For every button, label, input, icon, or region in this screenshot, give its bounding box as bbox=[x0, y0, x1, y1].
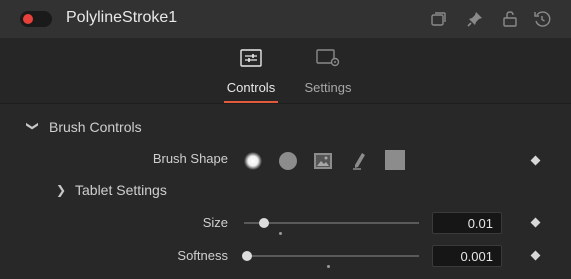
tab-controls[interactable]: Controls bbox=[216, 38, 286, 104]
softness-value-input[interactable]: 0.001 bbox=[432, 245, 502, 267]
size-value-input[interactable]: 0.01 bbox=[432, 212, 502, 234]
tool-title: PolylineStroke1 bbox=[66, 9, 178, 26]
hard-round-brush-icon[interactable] bbox=[278, 151, 298, 171]
settings-icon bbox=[316, 49, 340, 67]
pencil-brush-icon[interactable] bbox=[349, 151, 369, 171]
pin-icon[interactable] bbox=[465, 9, 485, 29]
keyframe-diamond-softness[interactable] bbox=[530, 250, 541, 261]
softness-slider-knob[interactable] bbox=[242, 251, 252, 261]
collapse-icon[interactable] bbox=[428, 9, 448, 29]
image-brush-icon[interactable] bbox=[313, 151, 333, 171]
chevron-right-icon[interactable]: ❯ bbox=[56, 183, 66, 197]
sliders-icon bbox=[240, 49, 262, 67]
softness-slider-track[interactable] bbox=[244, 255, 419, 257]
lock-icon[interactable] bbox=[500, 9, 520, 29]
softness-default-tick bbox=[327, 265, 330, 268]
size-slider-track[interactable] bbox=[244, 222, 419, 224]
brush-shape-label: Brush Shape bbox=[152, 151, 228, 166]
square-brush-icon[interactable] bbox=[384, 149, 406, 171]
toggle-indicator bbox=[23, 14, 33, 24]
keyframe-diamond-brush-shape[interactable] bbox=[530, 155, 541, 166]
size-default-tick bbox=[279, 232, 282, 235]
tool-enable-toggle[interactable] bbox=[20, 11, 52, 27]
brush-controls-section: ❯ Brush Controls Brush Shape ❯ Tablet Se… bbox=[0, 104, 571, 279]
softness-label: Softness bbox=[177, 248, 228, 263]
tool-header: PolylineStroke1 bbox=[0, 0, 571, 38]
tab-controls-label: Controls bbox=[226, 80, 276, 95]
keyframe-diamond-size[interactable] bbox=[530, 217, 541, 228]
tab-settings-label: Settings bbox=[304, 80, 352, 95]
inspector-panel: PolylineStroke1 Controls Settings ❯ Brus… bbox=[0, 0, 571, 279]
chevron-down-icon[interactable]: ❯ bbox=[26, 121, 40, 131]
tab-bar: Controls Settings bbox=[0, 38, 571, 104]
section-title[interactable]: Brush Controls bbox=[49, 119, 142, 135]
size-slider-knob[interactable] bbox=[259, 218, 269, 228]
reset-icon[interactable] bbox=[532, 9, 552, 29]
size-label: Size bbox=[202, 215, 228, 230]
active-tab-underline bbox=[224, 101, 278, 103]
tablet-settings-label[interactable]: Tablet Settings bbox=[75, 182, 167, 198]
tab-settings[interactable]: Settings bbox=[293, 38, 363, 104]
soft-round-brush-icon[interactable] bbox=[243, 151, 263, 171]
